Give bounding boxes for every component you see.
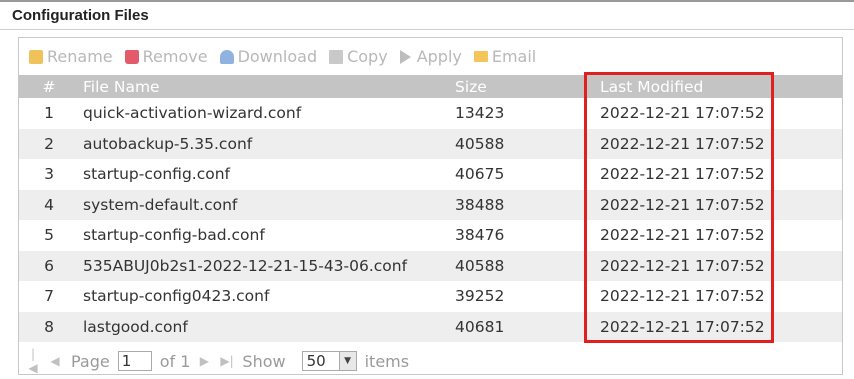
copy-button[interactable]: Copy (329, 47, 388, 66)
row-size: 38476 (455, 226, 505, 245)
page-title: Configuration Files (12, 7, 149, 24)
row-file-name: startup-config0423.conf (83, 287, 270, 306)
rename-icon (29, 49, 43, 64)
envelope-icon (473, 51, 488, 62)
chevron-down-icon[interactable]: ▼ (338, 352, 356, 370)
table-row[interactable]: 6 535ABUJ0b2s1-2022-12-21-15-43-06.conf … (19, 250, 842, 281)
header-file-name[interactable]: File Name (79, 75, 455, 98)
row-last-modified: 2022-12-21 17:07:52 (600, 317, 765, 336)
table-header-row: # File Name Size Last Modified (19, 75, 842, 98)
row-num: 7 (44, 287, 54, 306)
row-num: 3 (44, 165, 54, 184)
play-icon (399, 49, 411, 64)
row-last-modified: 2022-12-21 17:07:52 (600, 287, 765, 306)
row-last-modified: 2022-12-21 17:07:52 (600, 195, 765, 214)
prev-page-icon[interactable]: ◀ (49, 354, 61, 368)
row-file-name: 535ABUJ0b2s1-2022-12-21-15-43-06.conf (83, 256, 408, 275)
row-size: 40675 (455, 165, 505, 184)
row-last-modified: 2022-12-21 17:07:52 (600, 226, 765, 245)
row-file-name: lastgood.conf (83, 317, 188, 336)
download-button[interactable]: Download (219, 47, 318, 66)
trash-icon (124, 49, 139, 64)
copy-label: Copy (347, 47, 388, 66)
items-label: items (364, 351, 410, 371)
row-file-name: startup-config-bad.conf (83, 226, 265, 245)
table-row[interactable]: 5 startup-config-bad.conf 38476 2022-12-… (19, 220, 842, 251)
apply-button[interactable]: Apply (399, 47, 462, 66)
row-last-modified: 2022-12-21 17:07:52 (600, 165, 765, 184)
email-button[interactable]: Email (473, 47, 537, 66)
row-file-name: quick-activation-wizard.conf (83, 104, 302, 123)
page-number-input[interactable] (117, 351, 152, 371)
download-label: Download (237, 47, 318, 66)
row-size: 13423 (455, 104, 505, 123)
remove-label: Remove (142, 47, 208, 66)
row-file-name: autobackup-5.35.conf (83, 134, 253, 153)
top-border (0, 0, 854, 2)
toolbar: Rename Remove Download Copy Apply Email (19, 38, 842, 75)
row-last-modified: 2022-12-21 17:07:52 (600, 134, 765, 153)
row-last-modified: 2022-12-21 17:07:52 (600, 256, 765, 275)
row-num: 2 (44, 134, 54, 153)
row-size: 40588 (455, 256, 505, 275)
config-files-panel: Rename Remove Download Copy Apply Email … (18, 37, 843, 375)
header-num[interactable]: # (19, 75, 79, 98)
items-per-page-select[interactable]: 50 ▼ (301, 351, 357, 371)
remove-button[interactable]: Remove (124, 47, 208, 66)
table-row[interactable]: 8 lastgood.conf 40681 2022-12-21 17:07:5… (19, 311, 842, 342)
table-row[interactable]: 2 autobackup-5.35.conf 40588 2022-12-21 … (19, 128, 842, 159)
row-file-name: startup-config.conf (83, 165, 231, 184)
rename-button[interactable]: Rename (29, 47, 113, 66)
copy-icon (329, 49, 344, 64)
pagination-bar: |◀ ◀ Page of 1 ▶ ▶| Show 50 ▼ items (19, 346, 842, 376)
table-row[interactable]: 1 quick-activation-wizard.conf 13423 202… (19, 98, 842, 129)
page-label: Page (71, 351, 110, 371)
show-label: Show (242, 351, 286, 371)
header-size[interactable]: Size (455, 75, 587, 98)
apply-label: Apply (416, 47, 462, 66)
download-icon (219, 49, 234, 64)
title-divider (0, 29, 854, 30)
row-file-name: system-default.conf (83, 195, 238, 214)
row-num: 6 (44, 256, 54, 275)
row-num: 5 (44, 226, 54, 245)
table-row[interactable]: 7 startup-config0423.conf 39252 2022-12-… (19, 281, 842, 312)
row-size: 39252 (455, 287, 505, 306)
table-row[interactable]: 3 startup-config.conf 40675 2022-12-21 1… (19, 159, 842, 190)
row-num: 4 (44, 195, 54, 214)
row-last-modified: 2022-12-21 17:07:52 (600, 104, 765, 123)
row-size: 38488 (455, 195, 505, 214)
first-page-icon[interactable]: |◀ (27, 347, 39, 375)
row-size: 40681 (455, 317, 505, 336)
header-last-modified[interactable]: Last Modified (587, 75, 842, 98)
rename-label: Rename (47, 47, 113, 66)
config-files-table: # File Name Size Last Modified 1 quick-a… (19, 75, 842, 342)
next-page-icon[interactable]: ▶ (198, 354, 210, 368)
row-size: 40588 (455, 134, 505, 153)
row-num: 8 (44, 317, 54, 336)
items-per-page-value: 50 (306, 352, 326, 370)
email-label: Email (491, 47, 537, 66)
row-num: 1 (44, 104, 54, 123)
table-row[interactable]: 4 system-default.conf 38488 2022-12-21 1… (19, 189, 842, 220)
last-page-icon[interactable]: ▶| (220, 354, 233, 368)
page-of-label: of 1 (159, 351, 191, 371)
